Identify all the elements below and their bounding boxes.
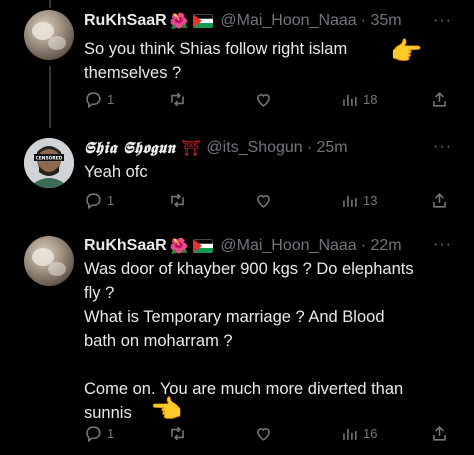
share-button[interactable] [430,191,449,210]
user-handle[interactable]: @its_Shogun [206,139,302,157]
tweet-header: RuKhSaaR 🌺 @Mai_Hoon_Naaa · 22m [84,235,402,257]
timestamp[interactable]: · 22m [361,237,402,255]
more-icon[interactable]: ··· [433,236,452,254]
retweet-icon [171,426,184,441]
share-button[interactable] [430,424,449,443]
tweet-text-content: Was door of khayber 900 kgs ? Do elephan… [84,260,414,422]
views-button[interactable]: 16 [340,424,377,443]
avatar[interactable] [24,236,74,286]
display-name[interactable]: RuKhSaaR [84,237,167,255]
tweet-text: Was door of khayber 900 kgs ? Do elephan… [84,257,444,425]
retweet-button[interactable] [168,90,187,109]
views-button[interactable]: 18 [340,90,377,109]
like-icon [257,428,270,441]
reply-button[interactable]: 1 [84,191,114,210]
timestamp[interactable]: · 25m [307,139,348,157]
views-icon [343,428,357,440]
retweet-button[interactable] [168,424,187,443]
reply-button[interactable]: 1 [84,424,114,443]
timestamp[interactable]: · 35m [361,12,402,30]
thread-line [49,0,51,8]
reply-count: 1 [107,426,115,441]
more-icon[interactable]: ··· [433,12,452,30]
palestine-flag-icon [193,14,214,28]
reply-icon [86,92,101,109]
share-button[interactable] [430,90,449,109]
tweet-header: RuKhSaaR 🌺 @Mai_Hoon_Naaa · 35m [84,10,402,32]
views-count: 16 [363,426,378,441]
thread-line [49,120,51,128]
display-name[interactable]: 𝕾𝖍𝖎𝖆 𝕾𝖍𝖔𝖌𝖚𝖓 [84,138,175,158]
hibiscus-emoji: 🌺 [169,12,189,30]
views-count: 13 [363,193,378,208]
person-avatar-image: CENSORED [24,138,74,188]
like-button[interactable] [254,191,273,210]
like-icon [257,94,270,107]
tweet-actions: 1 13 [84,191,454,211]
thread-line [49,66,51,122]
retweet-icon [171,92,184,107]
reply-icon [86,193,101,210]
views-button[interactable]: 13 [340,191,377,210]
avatar[interactable] [24,10,74,60]
avatar[interactable]: CENSORED [24,138,74,188]
like-button[interactable] [254,90,273,109]
share-icon [433,92,446,107]
tweet-actions: 1 16 [84,424,454,444]
pointing-right-emoji: 👉 [390,36,423,66]
share-icon [433,426,446,441]
user-handle[interactable]: @Mai_Hoon_Naaa [220,237,356,255]
tweet-actions: 1 18 [84,90,454,110]
reply-count: 1 [107,92,115,107]
tweet-text: Yeah ofc [84,163,148,181]
views-icon [343,94,357,106]
display-name[interactable]: RuKhSaaR [84,12,167,30]
reply-button[interactable]: 1 [84,90,114,109]
hibiscus-emoji: 🌺 [169,237,189,255]
like-icon [257,195,270,208]
pointing-left-emoji: 👈 [150,394,183,424]
share-icon [433,193,446,208]
palestine-flag-icon [193,239,214,253]
views-icon [343,195,357,207]
tweet-1[interactable]: RuKhSaaR 🌺 @Mai_Hoon_Naaa · 35m ··· So y… [0,0,474,122]
retweet-icon [171,193,184,208]
views-count: 18 [363,92,378,107]
like-button[interactable] [254,424,273,443]
tweet-header: 𝕾𝖍𝖎𝖆 𝕾𝖍𝖔𝖌𝖚𝖓 ⛩ @its_Shogun · 25m [84,137,348,159]
reply-count: 1 [107,193,115,208]
tweet-3[interactable]: RuKhSaaR 🌺 @Mai_Hoon_Naaa · 22m ··· Was … [0,220,474,455]
user-handle[interactable]: @Mai_Hoon_Naaa [220,12,356,30]
torii-emoji: ⛩ [181,140,201,157]
more-icon[interactable]: ··· [433,138,452,156]
tweet-text-content: So you think Shias follow right islam th… [84,40,348,82]
retweet-button[interactable] [168,191,187,210]
tweet-2[interactable]: CENSORED 𝕾𝖍𝖎𝖆 𝕾𝖍𝖔𝖌𝖚𝖓 ⛩ @its_Shogun · 25m… [0,120,474,220]
censored-badge: CENSORED [36,156,63,162]
reply-icon [86,426,101,443]
